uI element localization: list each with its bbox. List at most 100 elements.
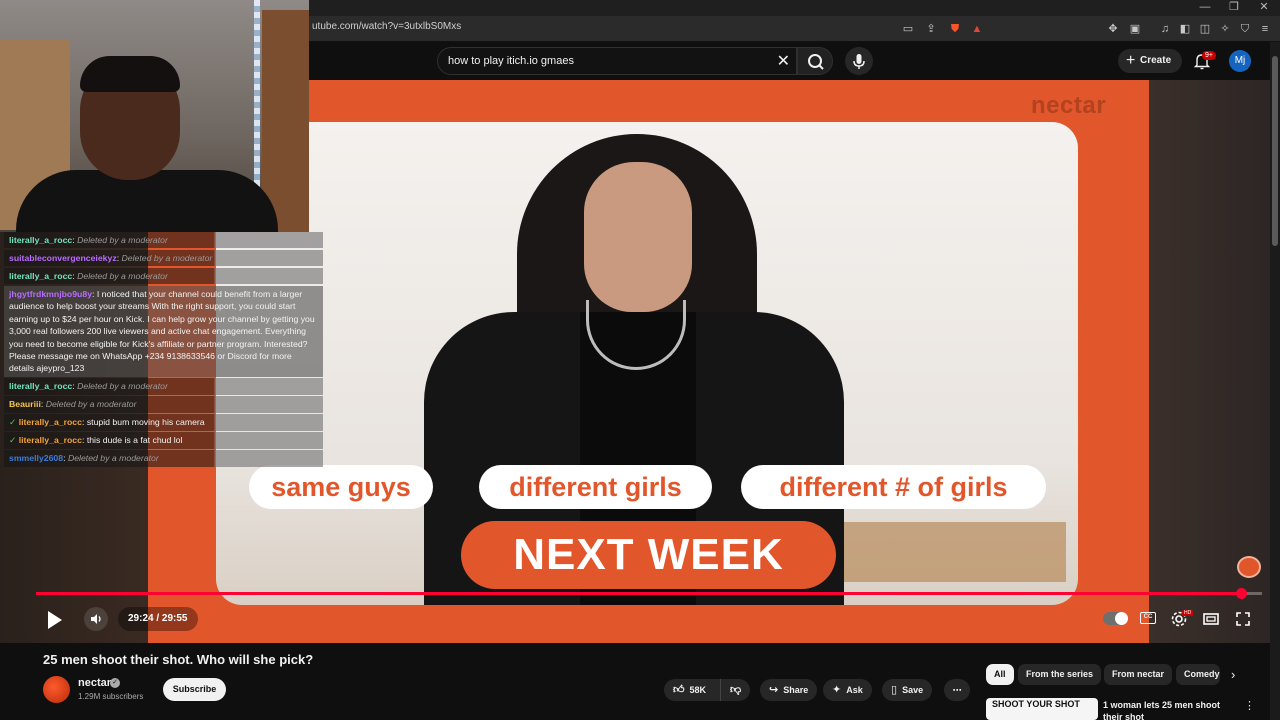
- channel-watermark: nectar: [1031, 92, 1107, 119]
- leo-wallet-icon[interactable]: ◫: [1198, 22, 1212, 36]
- recommendation-title[interactable]: 1 woman lets 25 men shoot their shot: [1103, 699, 1233, 720]
- mic-icon: [853, 54, 865, 69]
- chat-username[interactable]: smmelly2608: [9, 453, 63, 463]
- menu-icon[interactable]: ≡: [1258, 22, 1272, 36]
- captions-icon[interactable]: CC: [1140, 612, 1156, 624]
- different-girls-pill: different girls: [479, 465, 712, 509]
- url-text[interactable]: utube.com/watch?v=3utxlbS0Mxs: [312, 21, 461, 32]
- chat-deleted-text: Deleted by a moderator: [45, 399, 137, 410]
- chat-message: jhgytfrdkmnjbo9u8y: I noticed that your …: [4, 286, 323, 377]
- vpn-icon[interactable]: ⛉: [1238, 22, 1252, 36]
- search-box[interactable]: how to play itich.io gmaes ✕: [437, 47, 797, 75]
- cast-icon[interactable]: ▭: [901, 22, 915, 36]
- more-actions-button[interactable]: ⋯: [944, 679, 970, 701]
- chat-username[interactable]: literally_a_rocc: [9, 381, 72, 391]
- plus-icon: +: [1126, 52, 1136, 69]
- create-button[interactable]: + Create: [1118, 49, 1182, 73]
- account-avatar[interactable]: Mj: [1229, 50, 1251, 72]
- chip-from-the-series[interactable]: From the series: [1018, 664, 1102, 685]
- fullscreen-icon[interactable]: [1233, 609, 1253, 629]
- autoplay-toggle[interactable]: [1103, 612, 1128, 625]
- progress-bar[interactable]: [36, 588, 1262, 599]
- recommendation-menu-icon[interactable]: ⋮: [1244, 699, 1255, 712]
- chat-deleted-text: Deleted by a moderator: [121, 253, 213, 263]
- chat-username[interactable]: Beauriii: [9, 399, 41, 409]
- save-button[interactable]: ▯ Save: [882, 679, 933, 701]
- chat-overlay: literally_a_rocc: Deleted by a moderator…: [4, 232, 323, 472]
- chip-comedy[interactable]: Comedy: [1176, 664, 1220, 685]
- brave-rewards-icon[interactable]: ▲: [970, 22, 984, 36]
- autoplay-knob: [1115, 612, 1128, 625]
- progress-played: [36, 592, 1242, 595]
- woman-face: [584, 162, 692, 312]
- like-count: 58K: [689, 685, 707, 695]
- chat-deleted-text: Deleted by a moderator: [77, 235, 168, 245]
- chat-username[interactable]: literally_a_rocc: [9, 235, 72, 245]
- play-button[interactable]: [40, 606, 68, 634]
- chip-from-nectar[interactable]: From nectar: [1104, 664, 1173, 685]
- thumbs-down-icon: 👎︎: [730, 684, 742, 696]
- clear-search-icon[interactable]: ✕: [777, 51, 790, 71]
- chat-deleted-text: Deleted by a moderator: [77, 271, 168, 281]
- wallet-icon[interactable]: ▣: [1128, 22, 1142, 36]
- thumbs-up-icon: 👍︎: [673, 684, 685, 696]
- chat-text: stupid bum moving his camera: [86, 417, 205, 428]
- channel-name[interactable]: nectar: [78, 677, 111, 689]
- chat-message: suitableconvergenceiekyz: Deleted by a m…: [4, 250, 323, 267]
- search-input[interactable]: how to play itich.io gmaes: [448, 55, 574, 67]
- chat-username[interactable]: suitableconvergenceiekyz: [9, 253, 117, 263]
- minimize-button[interactable]: —: [1190, 0, 1220, 16]
- maximize-button[interactable]: ❐: [1219, 0, 1249, 16]
- chip-all[interactable]: All: [986, 664, 1014, 685]
- sidebar-icon[interactable]: ◧: [1178, 22, 1192, 36]
- sparkle-icon: ✦: [832, 684, 842, 696]
- voice-search-button[interactable]: [845, 47, 873, 75]
- music-icon[interactable]: ♫: [1158, 22, 1172, 36]
- ask-button[interactable]: ✦ Ask: [823, 679, 872, 701]
- chat-username[interactable]: literally_a_rocc: [19, 435, 82, 445]
- chat-message: literally_a_rocc: Deleted by a moderator: [4, 378, 323, 395]
- chat-text: this dude is a fat chud lol: [86, 435, 183, 446]
- share-icon: ↪: [769, 684, 779, 696]
- streamer-hair: [80, 56, 180, 92]
- share-page-icon[interactable]: ⇪: [924, 22, 938, 36]
- like-button[interactable]: 👍︎ 58K: [664, 679, 720, 701]
- chat-username[interactable]: literally_a_rocc: [9, 271, 72, 281]
- screen: — ❐ ✕ utube.com/watch?v=3utxlbS0Mxs ▭ ⇪ …: [0, 0, 1280, 720]
- chat-message: literally_a_rocc: Deleted by a moderator: [4, 232, 323, 249]
- channel-avatar[interactable]: [43, 676, 70, 703]
- scrollbar-thumb[interactable]: [1272, 56, 1278, 246]
- video-title: 25 men shoot their shot. Who will she pi…: [43, 652, 314, 667]
- theater-mode-icon[interactable]: [1201, 609, 1221, 629]
- chat-username[interactable]: literally_a_rocc: [19, 417, 82, 427]
- share-label: Share: [783, 685, 809, 695]
- close-window-button[interactable]: ✕: [1249, 0, 1279, 16]
- chat-deleted-text: Deleted by a moderator: [77, 381, 168, 392]
- chat-username[interactable]: jhgytfrdkmnjbo9u8y: [9, 289, 92, 299]
- chat-message: smmelly2608: Deleted by a moderator: [4, 450, 323, 467]
- create-label: Create: [1140, 55, 1172, 66]
- different-number-of-girls-pill: different # of girls: [741, 465, 1046, 509]
- peach-icon: [1237, 556, 1261, 578]
- brave-shields-icon[interactable]: ⛊: [948, 22, 962, 36]
- dislike-button[interactable]: 👎︎: [720, 679, 750, 701]
- extensions-icon[interactable]: ✥: [1106, 22, 1120, 36]
- search-icon: [808, 54, 824, 70]
- bench-image: [826, 522, 1066, 582]
- chat-deleted-text: Deleted by a moderator: [67, 453, 159, 464]
- webcam-overlay: [0, 0, 309, 232]
- recommendation-thumbnail[interactable]: SHOOT YOUR SHOT: [986, 698, 1098, 720]
- search-button[interactable]: [797, 47, 833, 75]
- chat-message: ✓ literally_a_rocc: this dude is a fat c…: [4, 432, 323, 449]
- thumbnail-text: SHOOT YOUR SHOT: [992, 699, 1080, 709]
- share-button[interactable]: ↪ Share: [760, 679, 818, 701]
- hd-badge: HD: [1182, 610, 1194, 616]
- ai-icon[interactable]: ✧: [1218, 22, 1232, 36]
- subscribe-button[interactable]: Subscribe: [163, 678, 226, 701]
- volume-button[interactable]: [84, 607, 108, 631]
- chevron-right-icon[interactable]: ›: [1231, 667, 1235, 682]
- ask-label: Ask: [846, 685, 863, 695]
- chat-message: Beauriii: Deleted by a moderator: [4, 396, 323, 413]
- page-scrollbar[interactable]: [1270, 42, 1280, 720]
- save-label: Save: [902, 685, 924, 695]
